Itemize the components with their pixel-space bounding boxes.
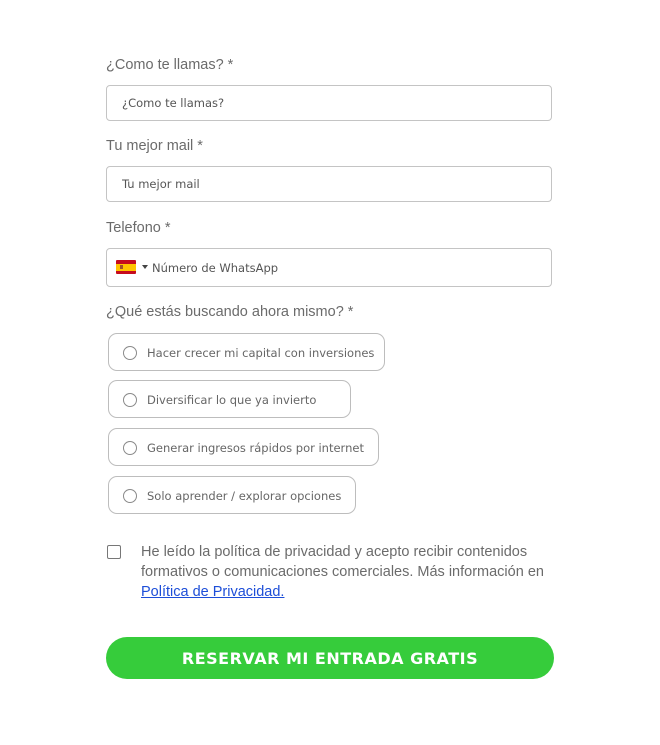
radio-button[interactable] [123, 393, 137, 407]
submit-button[interactable]: RESERVAR MI ENTRADA GRATIS [106, 637, 554, 679]
radio-button[interactable] [123, 489, 137, 503]
consent-text: He leído la política de privacidad y ace… [141, 544, 544, 580]
goal-option-label: Hacer crecer mi capital con inversiones [147, 346, 375, 360]
name-label: ¿Como te llamas? * [106, 57, 234, 73]
goal-option-label: Generar ingresos rápidos por internet [147, 441, 364, 455]
goal-option[interactable]: Hacer crecer mi capital con inversiones [108, 333, 385, 371]
goal-option-label: Solo aprender / explorar opciones [147, 489, 342, 503]
privacy-consent-checkbox[interactable] [107, 545, 121, 559]
email-field-wrapper [106, 166, 552, 202]
phone-field-wrapper [106, 248, 552, 287]
goal-option[interactable]: Solo aprender / explorar opciones [108, 476, 356, 514]
phone-input[interactable] [107, 249, 551, 286]
radio-button[interactable] [123, 441, 137, 455]
goal-option[interactable]: Generar ingresos rápidos por internet [108, 428, 379, 466]
email-label: Tu mejor mail * [106, 138, 203, 154]
goal-option[interactable]: Diversificar lo que ya invierto [108, 380, 351, 418]
privacy-consent-text: He leído la política de privacidad y ace… [141, 542, 553, 602]
goal-option-label: Diversificar lo que ya invierto [147, 393, 317, 407]
privacy-policy-link[interactable]: Política de Privacidad. [141, 584, 284, 600]
lead-form: ¿Como te llamas? * Tu mejor mail * Telef… [0, 0, 660, 745]
email-input[interactable] [107, 167, 551, 201]
goal-label: ¿Qué estás buscando ahora mismo? * [106, 304, 354, 320]
name-field-wrapper [106, 85, 552, 121]
phone-label: Telefono * [106, 220, 171, 236]
name-input[interactable] [107, 86, 551, 120]
radio-button[interactable] [123, 346, 137, 360]
